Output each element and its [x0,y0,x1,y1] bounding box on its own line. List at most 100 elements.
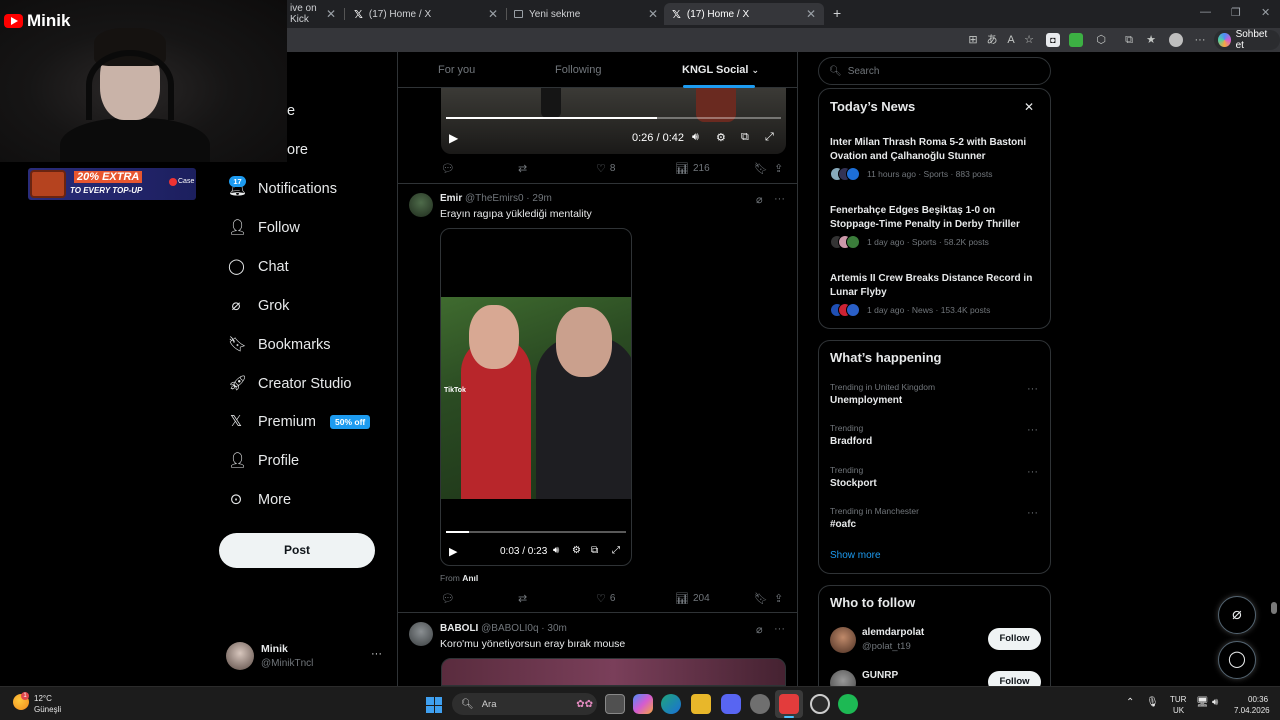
new-tab-plus-icon[interactable]: + [833,5,841,21]
tab-for-you[interactable]: For you [438,64,475,76]
fullscreen-icon[interactable]: ⤢ [612,545,620,556]
speaker-icon[interactable]: 🔊︎ [1212,697,1218,708]
close-icon[interactable]: ✕ [1024,100,1034,114]
close-tab-icon[interactable]: ✕ [326,7,336,21]
obs-icon[interactable] [810,694,830,714]
sidebar-item-follow[interactable]: 👤︎ Follow [228,220,300,237]
close-tab-icon[interactable]: ✕ [648,7,658,21]
views-button[interactable]: 📊︎ 216 [675,162,710,175]
account-avatar[interactable] [226,642,254,670]
follow-button[interactable]: Follow [988,628,1041,650]
play-icon[interactable]: ▶ [449,545,457,558]
input-language[interactable]: TUR [1170,695,1186,704]
repost-button[interactable]: ⇄ [518,592,527,605]
bookmark-button[interactable]: 🔖︎ [754,162,768,175]
sidebar-item-profile[interactable]: 👤︎ Profile [228,453,299,470]
browser-tab-x-home[interactable]: 𝕏 (17) Home / X ✕ [346,3,506,25]
minimize-icon[interactable]: — [1200,6,1211,18]
profile-avatar-icon[interactable] [1169,33,1183,47]
discord-icon[interactable] [721,694,741,714]
suggested-avatar[interactable] [830,627,856,653]
reply-button[interactable]: 💬︎ [441,592,455,605]
taskbar-search[interactable]: 🔍︎ Ara ✿✿ [452,693,597,715]
edge-icon[interactable] [661,694,681,714]
share-button[interactable]: ⇪ [774,162,783,175]
trend-name[interactable]: Unemployment [830,395,902,406]
news-item-title[interactable]: Inter Milan Thrash Roma 5-2 with Bastoni… [830,136,1042,163]
picture-in-picture-icon[interactable]: ⧉ [591,545,598,556]
read-aloud-icon[interactable]: A [1004,33,1018,47]
clock-time[interactable]: 00:36 [1248,695,1268,704]
reply-button[interactable]: 💬︎ [441,162,455,175]
sidebar-item-chat[interactable]: ◯ Chat [228,259,289,276]
extension-green-icon[interactable] [1069,33,1083,47]
more-menu-icon[interactable]: ··· [1193,33,1207,47]
trend-name[interactable]: Bradford [830,436,872,447]
tweet-video-player[interactable] [441,88,786,154]
bookmark-button[interactable]: 🔖︎ [754,592,768,605]
file-explorer-icon[interactable] [691,694,711,714]
close-tab-icon[interactable]: ✕ [806,7,816,21]
sidebar-item-creator-studio[interactable]: 🚀︎ Creator Studio [228,376,352,393]
tweet-video-player[interactable]: TikTok [440,228,632,566]
tab-kngl-social[interactable]: KNGL Social ⌄ [682,64,759,76]
suggested-name[interactable]: alemdarpolat [862,627,924,638]
grok-explain-icon[interactable]: ⌀ [756,193,763,206]
tweet-media[interactable] [441,658,786,686]
trend-more-icon[interactable]: ··· [1027,466,1038,478]
network-icon[interactable]: 🖥︎ [1196,697,1209,708]
spotify-icon[interactable] [838,694,858,714]
author-name[interactable]: BABOLI [440,623,478,634]
like-button[interactable]: ♡ 6 [596,592,615,605]
author-avatar[interactable] [409,193,433,217]
copilot-app-icon[interactable] [633,694,653,714]
settings-gear-icon[interactable]: ⚙ [716,131,726,144]
tab-following[interactable]: Following [555,64,601,76]
share-button[interactable]: ⇪ [774,592,783,605]
sidebar-item-premium[interactable]: 𝕏 Premium 50% off [228,414,371,430]
trend-name[interactable]: #oafc [830,519,856,530]
sidebar-item-explore-partial[interactable]: ore [287,142,308,158]
trend-more-icon[interactable]: ··· [1027,383,1038,395]
streaming-app-icon[interactable] [779,694,799,714]
browser-tab-x-home-active[interactable]: 𝕏 (17) Home / X ✕ [664,3,824,25]
author-name[interactable]: Emir [440,193,462,204]
video-progress-track[interactable] [446,531,626,533]
close-window-icon[interactable]: ✕ [1261,6,1270,19]
favorite-star-icon[interactable]: ☆ [1022,33,1036,47]
split-screen-icon[interactable]: ⧉ [1122,33,1136,47]
search-box[interactable]: 🔍︎ Search [818,57,1051,85]
windows-start-icon[interactable] [426,697,442,713]
suggested-name[interactable]: GUNRP [862,670,898,681]
tray-chevron-icon[interactable]: ⌃ [1126,697,1134,708]
volume-icon[interactable]: 🔊︎ [692,131,699,144]
settings-gear-icon[interactable]: ⚙ [572,545,581,556]
tweet-more-icon[interactable]: ··· [774,193,785,205]
translate-icon[interactable]: あ [985,33,999,47]
trend-name[interactable]: Stockport [830,478,877,489]
close-tab-icon[interactable]: ✕ [488,7,498,21]
microphone-icon[interactable]: 🎙︎ [1146,697,1159,708]
tweet-more-icon[interactable]: ··· [774,623,785,635]
sidebar-item-home-partial[interactable]: e [287,103,295,119]
browser-tab-new[interactable]: Yeni sekme ✕ [506,3,666,25]
search-input[interactable]: Search [848,66,880,77]
views-button[interactable]: 📊︎ 204 [675,592,710,605]
grok-explain-icon[interactable]: ⌀ [756,623,763,636]
play-icon[interactable]: ▶ [449,131,458,145]
scrollbar-thumb[interactable] [1271,602,1277,614]
like-button[interactable]: ♡ 8 [596,162,615,175]
grok-floating-button[interactable]: ⌀ [1218,596,1256,634]
keyboard-layout[interactable]: UK [1173,706,1184,715]
sidebar-item-more[interactable]: ⊙ More [228,492,291,509]
chat-floating-button[interactable]: ◯ [1218,641,1256,679]
news-item-title[interactable]: Artemis II Crew Breaks Distance Record i… [830,272,1042,299]
settings-icon[interactable] [750,694,770,714]
volume-icon[interactable]: 🔊︎ [553,545,559,556]
post-button[interactable]: Post [219,533,375,568]
show-more-link[interactable]: Show more [830,550,881,561]
sidebar-item-bookmarks[interactable]: 🔖︎ Bookmarks [228,337,331,354]
repost-button[interactable]: ⇄ [518,162,527,175]
extension-icon[interactable]: ◘ [1046,33,1060,47]
sidebar-item-grok[interactable]: ⌀ Grok [228,298,289,315]
